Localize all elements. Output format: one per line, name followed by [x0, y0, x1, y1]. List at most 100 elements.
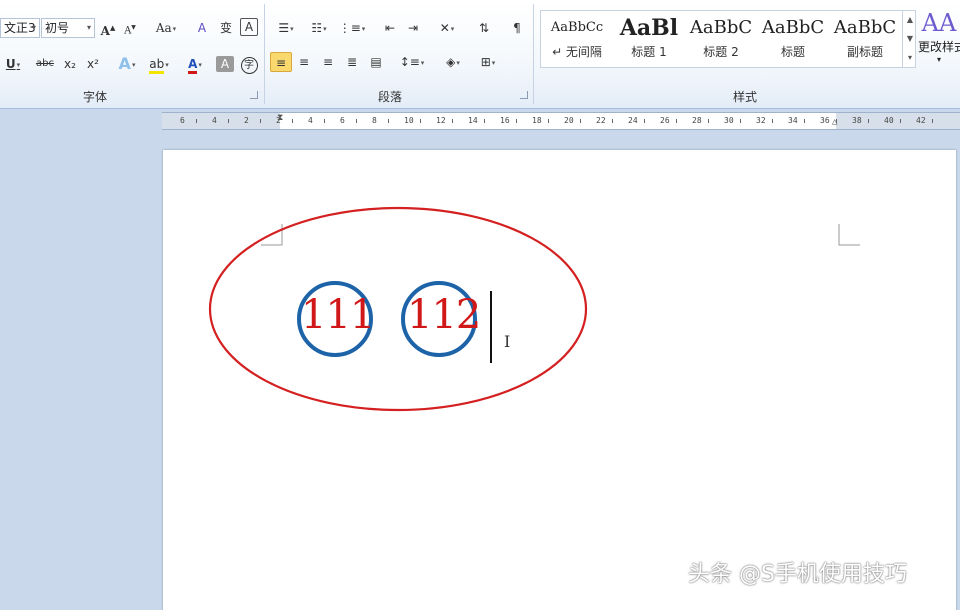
text-effect-button[interactable]: A▾: [114, 54, 140, 74]
sort-button[interactable]: ⇅: [474, 18, 494, 38]
ruler-tick: [516, 119, 517, 123]
ruler-tick: [452, 119, 453, 123]
paragraph-mark-icon: ¶: [513, 21, 521, 35]
ruler-tick: [740, 119, 741, 123]
chevron-down-icon: ▾: [31, 23, 36, 32]
enclose-characters-button[interactable]: 字: [239, 54, 259, 74]
justify-icon: ≣: [346, 55, 358, 69]
char-shading-icon: A: [220, 57, 230, 71]
strikethrough-icon: abc: [36, 58, 54, 69]
char-shading-button[interactable]: A: [216, 56, 234, 72]
ruler-tick: [644, 119, 645, 123]
horizontal-ruler[interactable]: 6 4 2 2 4 6 8 10 12 14 16 18 20 22 24 26 28 30 32 34 36 38 40 4…: [162, 112, 960, 130]
ruler-tick: [484, 119, 485, 123]
more-styles-icon[interactable]: ▾: [903, 48, 917, 67]
superscript-icon: x²: [87, 57, 99, 71]
show-marks-button[interactable]: ¶: [507, 18, 527, 38]
scroll-up-icon[interactable]: ▲: [903, 10, 917, 29]
crop-mark-top-right: [838, 224, 860, 246]
right-indent-marker-icon[interactable]: △: [832, 117, 837, 127]
font-color-button[interactable]: A▾: [181, 54, 209, 74]
style-sample: AaBl: [619, 15, 679, 41]
indent-marker-icon[interactable]: ⧗: [277, 113, 283, 123]
align-center-icon: ≡: [298, 55, 310, 69]
borders-icon: ⊞: [480, 55, 491, 69]
ruler-number: 22: [596, 116, 606, 125]
subscript-button[interactable]: x₂: [60, 54, 80, 74]
grow-font-icon: A: [100, 24, 110, 38]
increase-indent-button[interactable]: ⇥: [403, 18, 423, 38]
clear-format-button[interactable]: A: [192, 18, 212, 38]
change-case-button[interactable]: Aa▾: [152, 18, 180, 38]
document-page[interactable]: 111 112 I: [163, 150, 956, 610]
style-heading-1[interactable]: AaBl 标题 1: [616, 13, 682, 65]
highlight-button[interactable]: ab▾: [145, 54, 173, 74]
ruler-tick: [804, 119, 805, 123]
multilevel-list-button[interactable]: ⋮≡▾: [338, 18, 366, 38]
change-styles-icon: AA: [921, 9, 957, 37]
change-styles-label: 更改样式: [918, 40, 960, 54]
ribbon: 文正3 ▾ 初号 ▾ A▲ A▼ Aa▾ A 变 A U▾ abc x₂ x² …: [0, 0, 960, 109]
justify-button[interactable]: ≣: [342, 52, 362, 72]
enclose-characters-icon: 字: [240, 57, 258, 74]
style-sample: AaBbC: [761, 17, 825, 38]
ruler-number: 6: [180, 116, 185, 125]
paint-bucket-icon: ◈: [446, 55, 456, 69]
multilevel-list-icon: ⋮≡: [338, 21, 361, 35]
strikethrough-button[interactable]: abc: [34, 54, 56, 74]
ruler-number: 26: [660, 116, 670, 125]
ruler-number: 36: [820, 116, 830, 125]
align-left-button[interactable]: ≡: [270, 52, 292, 72]
ruler-number: 30: [724, 116, 734, 125]
superscript-button[interactable]: x²: [83, 54, 103, 74]
line-spacing-icon: ↕≡: [399, 55, 420, 69]
ruler-number: 42: [916, 116, 926, 125]
change-styles-button[interactable]: AA 更改样式 ▾: [918, 8, 960, 78]
styles-gallery[interactable]: AaBbCc ↵ 无间隔 AaBl 标题 1 AaBbC 标题 2 AaBbC …: [540, 10, 916, 68]
bullets-button[interactable]: ☰▾: [272, 18, 300, 38]
shading-button[interactable]: ◈▾: [438, 52, 468, 72]
char-border-button[interactable]: A: [240, 18, 258, 36]
change-case-icon: Aa: [155, 21, 172, 35]
align-right-button[interactable]: ≡: [318, 52, 338, 72]
font-size-value: 初号: [45, 21, 70, 35]
styles-group-label: 样式: [732, 90, 757, 104]
phonetic-guide-button[interactable]: 变: [216, 18, 236, 38]
scroll-down-icon[interactable]: ▼: [903, 29, 917, 48]
style-title[interactable]: AaBbC 标题: [760, 13, 826, 65]
group-divider: [533, 4, 534, 104]
style-subtitle[interactable]: AaBbC 副标题: [832, 13, 898, 65]
font-dialog-launcher-icon[interactable]: [250, 91, 258, 99]
paragraph-dialog-launcher-icon[interactable]: [520, 91, 528, 99]
ruler-number: 40: [884, 116, 894, 125]
decrease-indent-button[interactable]: ⇤: [380, 18, 400, 38]
style-name: 标题 2: [703, 45, 739, 59]
ruler-number: 14: [468, 116, 478, 125]
numbering-button[interactable]: ☷▾: [305, 18, 333, 38]
align-right-icon: ≡: [322, 55, 334, 69]
ruler-tick: [548, 119, 549, 123]
style-sample: AaBbC: [689, 17, 753, 38]
align-center-button[interactable]: ≡: [294, 52, 314, 72]
borders-button[interactable]: ⊞▾: [474, 52, 502, 72]
ruler-tick: [612, 119, 613, 123]
line-spacing-button[interactable]: ↕≡▾: [398, 52, 426, 72]
font-size-combo[interactable]: 初号 ▾: [41, 18, 95, 38]
ruler-tick: [356, 119, 357, 123]
style-heading-2[interactable]: AaBbC 标题 2: [688, 13, 754, 65]
ruler-number: 34: [788, 116, 798, 125]
grow-font-button[interactable]: A▲: [99, 18, 117, 38]
ruler-tick: [676, 119, 677, 123]
ruler-number: 20: [564, 116, 574, 125]
chinese-layout-button[interactable]: ✕▾: [433, 18, 461, 38]
style-name: 标题 1: [631, 45, 667, 59]
ruler-number: 2: [244, 116, 249, 125]
underline-button[interactable]: U▾: [2, 54, 24, 74]
font-name-combo[interactable]: 文正3 ▾: [0, 18, 40, 38]
distributed-button[interactable]: ▤: [366, 52, 386, 72]
shrink-font-button[interactable]: A▼: [121, 18, 139, 38]
ruler-tick: [932, 119, 933, 123]
subscript-icon: x₂: [64, 57, 76, 71]
style-name: ↵ 无间隔: [552, 45, 602, 59]
style-no-spacing[interactable]: AaBbCc ↵ 无间隔: [544, 13, 610, 65]
